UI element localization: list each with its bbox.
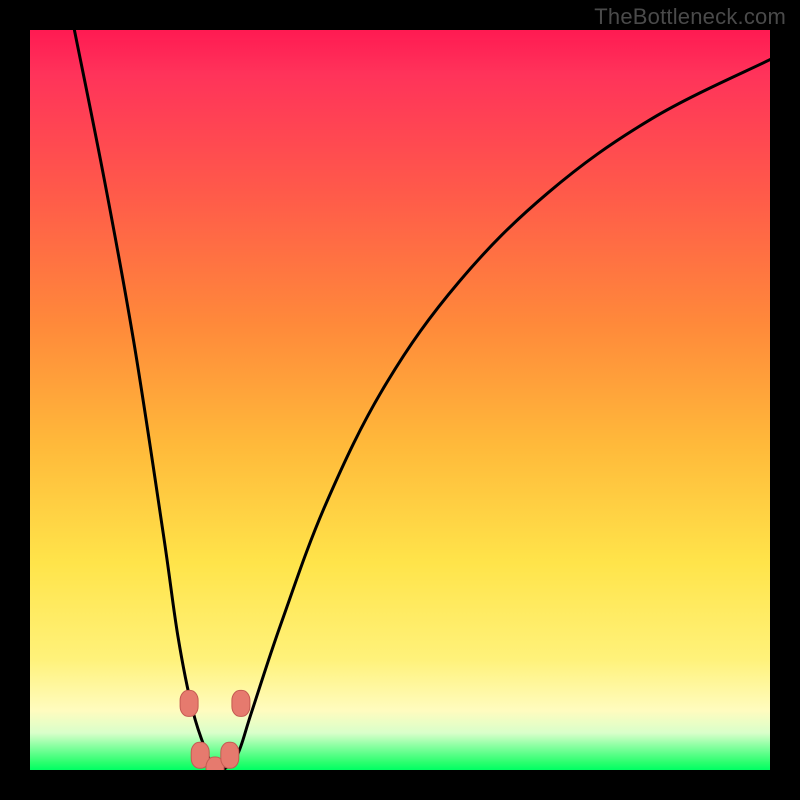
plot-area xyxy=(30,30,770,770)
balance-marker xyxy=(232,690,250,716)
bottleneck-curve xyxy=(74,30,770,770)
balance-markers xyxy=(180,690,250,770)
attribution-text: TheBottleneck.com xyxy=(594,4,786,30)
balance-marker xyxy=(221,742,239,768)
chart-frame: TheBottleneck.com xyxy=(0,0,800,800)
curve-layer xyxy=(30,30,770,770)
balance-marker xyxy=(180,690,198,716)
